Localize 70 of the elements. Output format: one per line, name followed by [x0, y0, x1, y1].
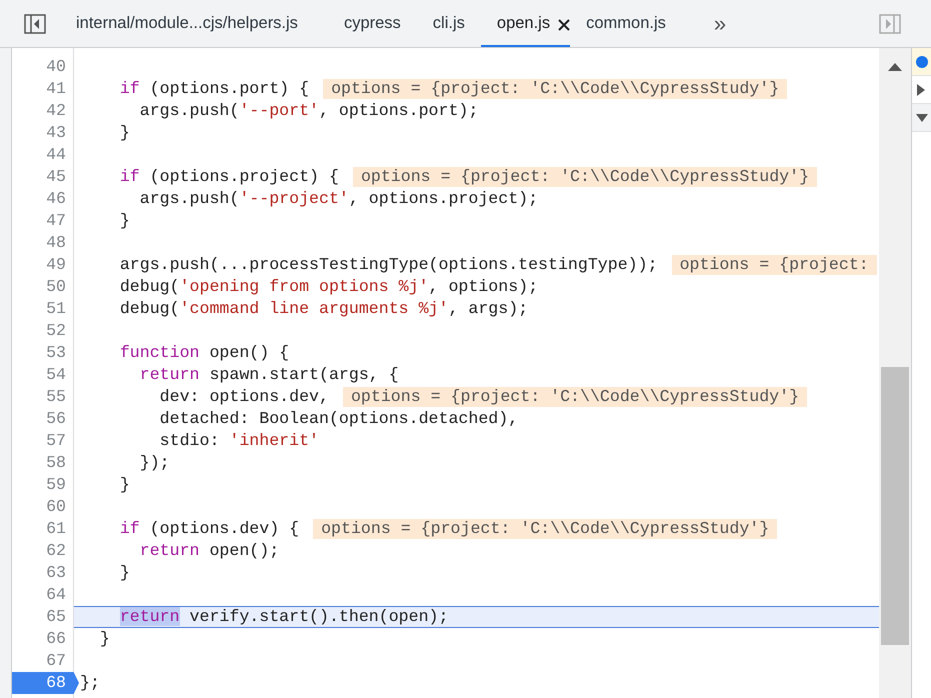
- more-tabs-button[interactable]: »: [698, 0, 742, 47]
- code-line: });: [138, 452, 170, 474]
- line-number: 40: [45, 56, 67, 78]
- code-line: function open() {: [118, 342, 290, 364]
- code-line: return open();: [138, 540, 280, 562]
- line-number: 56: [45, 408, 67, 430]
- file-tab[interactable]: internal/module...cjs/helpers.js: [60, 0, 314, 47]
- scrollbar-thumb[interactable]: [881, 367, 909, 645]
- file-tab[interactable]: open.js: [480, 0, 570, 47]
- line-number: 61: [45, 518, 67, 540]
- line-number: 57: [45, 430, 67, 452]
- line-number: 67: [45, 650, 67, 672]
- code-line: }: [98, 628, 110, 650]
- line-number: 66: [45, 628, 67, 650]
- expand-arrow-icon[interactable]: [916, 84, 926, 96]
- code-line: args.push('--port', options.port);: [138, 100, 478, 122]
- code-line: if (options.port) {: [118, 78, 310, 100]
- line-number: 45: [45, 166, 67, 188]
- line-number: 59: [45, 474, 67, 496]
- code-line: if (options.dev) {: [118, 518, 300, 540]
- line-number: 42: [45, 100, 67, 122]
- code-line: debug('opening from options %j', options);: [118, 276, 538, 298]
- collapse-arrow-icon[interactable]: [916, 112, 928, 122]
- code-line: return verify.start().then(open);: [118, 606, 448, 628]
- code-line: }: [118, 562, 130, 584]
- inline-value: options = {project: 'C:\\Code\\CypressStudy'}: [313, 519, 778, 539]
- panel-toggle-icon[interactable]: [879, 14, 901, 34]
- code-line: detached: Boolean(options.detached),: [158, 408, 518, 430]
- inline-value: options = {project: 'C:\\Code\\CypressStudy'}: [323, 79, 788, 99]
- code-line: };: [80, 672, 100, 694]
- sidebar-toggle-icon[interactable]: [24, 14, 46, 34]
- line-number: 51: [45, 298, 67, 320]
- code-line: stdio: 'inherit': [158, 430, 319, 452]
- line-number: 41: [45, 78, 67, 100]
- code-line: args.push(...processTestingType(options.testingType));: [118, 254, 658, 276]
- line-number: 48: [45, 232, 67, 254]
- line-number: 62: [45, 540, 67, 562]
- line-number: 58: [45, 452, 67, 474]
- line-number: 44: [45, 144, 67, 166]
- code-line: dev: options.dev,: [158, 386, 329, 408]
- inline-value: options = {project: 'C:\\Code\\CypressStudy'}: [352, 167, 818, 187]
- code-line: }: [118, 122, 130, 144]
- line-number: 64: [45, 584, 67, 606]
- file-tab[interactable]: cli.js: [416, 0, 481, 47]
- inline-value: options = {project: 'C:\\Code\\CypressStudy'}: [342, 387, 808, 407]
- info-icon[interactable]: [916, 56, 928, 68]
- line-number: 55: [45, 386, 67, 408]
- line-number: 46: [45, 188, 67, 210]
- line-number: 49: [45, 254, 67, 276]
- line-number: 50: [45, 276, 67, 298]
- code-line: }: [118, 474, 130, 496]
- scroll-up-icon[interactable]: [888, 63, 902, 71]
- line-number: 63: [45, 562, 67, 584]
- line-number: 43: [45, 122, 67, 144]
- inline-value: options = {project:: [672, 255, 877, 275]
- breakpoint-marker[interactable]: 68: [12, 672, 79, 694]
- line-number: 47: [45, 210, 67, 232]
- code-line: return spawn.start(args, {: [138, 364, 399, 386]
- vertical-scrollbar[interactable]: [879, 48, 912, 698]
- line-number: 60: [45, 496, 67, 518]
- file-tab[interactable]: cypress: [328, 0, 417, 47]
- code-line: }: [118, 210, 130, 232]
- line-number: 52: [45, 320, 67, 342]
- code-line: if (options.project) {: [118, 166, 339, 188]
- line-number: 65: [45, 606, 67, 628]
- file-tab[interactable]: common.js: [570, 0, 682, 47]
- code-line: args.push('--project', options.project);: [138, 188, 538, 210]
- line-number: 53: [45, 342, 67, 364]
- line-number: 54: [45, 364, 67, 386]
- code-line: debug('command line arguments %j', args);: [118, 298, 528, 320]
